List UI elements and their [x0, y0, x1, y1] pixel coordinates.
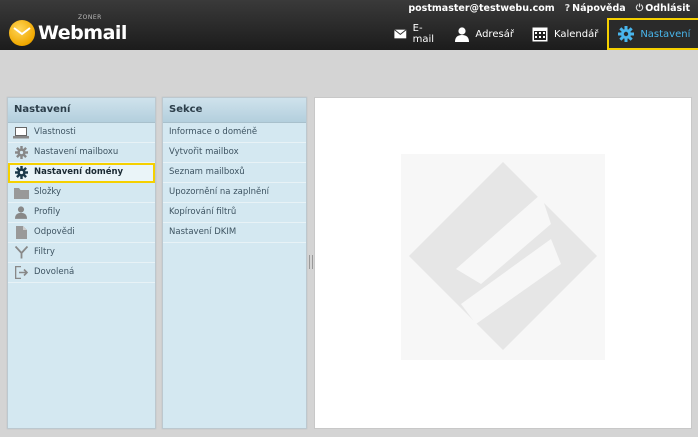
help-link[interactable]: ? Nápověda — [565, 3, 626, 14]
gear-icon — [618, 26, 635, 42]
envelope-logo-icon — [9, 20, 35, 46]
nav-email[interactable]: E-mail — [385, 18, 446, 50]
content-pane — [314, 97, 692, 429]
sections-panel: Sekce Informace o doméně Vytvořit mailbo… — [162, 97, 307, 429]
exit-icon — [13, 266, 29, 280]
nav-addressbook[interactable]: Adresář — [446, 18, 523, 50]
section-quota-warning[interactable]: Upozornění na zaplnění — [163, 183, 306, 203]
logo-brand: ZONER — [78, 14, 102, 21]
nav-settings[interactable]: Nastavení — [607, 18, 698, 50]
laptop-icon — [13, 126, 29, 140]
sidebar-item-vlastnosti[interactable]: Vlastnosti — [8, 123, 155, 143]
question-icon: ? — [564, 3, 571, 14]
section-domain-info[interactable]: Informace o doméně — [163, 123, 306, 143]
user-line: postmaster@testwebu.com ? Nápověda ⏻ Odhlá… — [408, 3, 690, 14]
folder-icon — [13, 186, 29, 200]
section-dkim-settings[interactable]: Nastavení DKIM — [163, 223, 306, 243]
sidebar-item-folders[interactable]: Složky — [8, 183, 155, 203]
document-icon — [13, 226, 29, 240]
sidebar-item-replies[interactable]: Odpovědi — [8, 223, 155, 243]
sidebar-item-profiles[interactable]: Profily — [8, 203, 155, 223]
sidebar-item-mailbox-settings[interactable]: Nastavení mailboxu — [8, 143, 155, 163]
user-email: postmaster@testwebu.com — [408, 3, 555, 14]
gear-icon — [13, 146, 29, 160]
person-icon — [13, 206, 29, 220]
power-icon: ⏻ — [635, 3, 644, 14]
pane-splitter[interactable] — [309, 255, 313, 269]
logo-text: Webmail — [38, 22, 127, 44]
section-create-mailbox[interactable]: Vytvořit mailbox — [163, 143, 306, 163]
section-copy-filters[interactable]: Kopírování filtrů — [163, 203, 306, 223]
sidebar-item-filters[interactable]: Filtry — [8, 243, 155, 263]
section-mailbox-list[interactable]: Seznam mailboxů — [163, 163, 306, 183]
sections-title: Sekce — [163, 98, 306, 123]
logout-link[interactable]: ⏻ Odhlásit — [636, 3, 690, 14]
mail-icon — [394, 29, 407, 39]
sidebar-title: Nastavení — [8, 98, 155, 123]
sidebar-item-vacation[interactable]: Dovolená — [8, 263, 155, 283]
person-icon — [455, 26, 470, 42]
gear-icon — [13, 166, 29, 180]
nav-calendar[interactable]: Kalendář — [523, 18, 607, 50]
settings-sidebar: Nastavení Vlastnosti Nastavení mailboxu … — [7, 97, 156, 429]
zoner-watermark-icon — [401, 154, 605, 360]
filter-icon — [13, 246, 29, 260]
calendar-icon — [532, 27, 548, 41]
webmail-logo[interactable]: Webmail ZONER — [9, 14, 127, 46]
main-nav: E-mail Adresář Kalendář Nastavení ▲ — [385, 18, 698, 50]
sidebar-item-domain-settings[interactable]: Nastavení domény — [8, 163, 155, 183]
top-bar: postmaster@testwebu.com ? Nápověda ⏻ Odhlá… — [0, 0, 698, 50]
